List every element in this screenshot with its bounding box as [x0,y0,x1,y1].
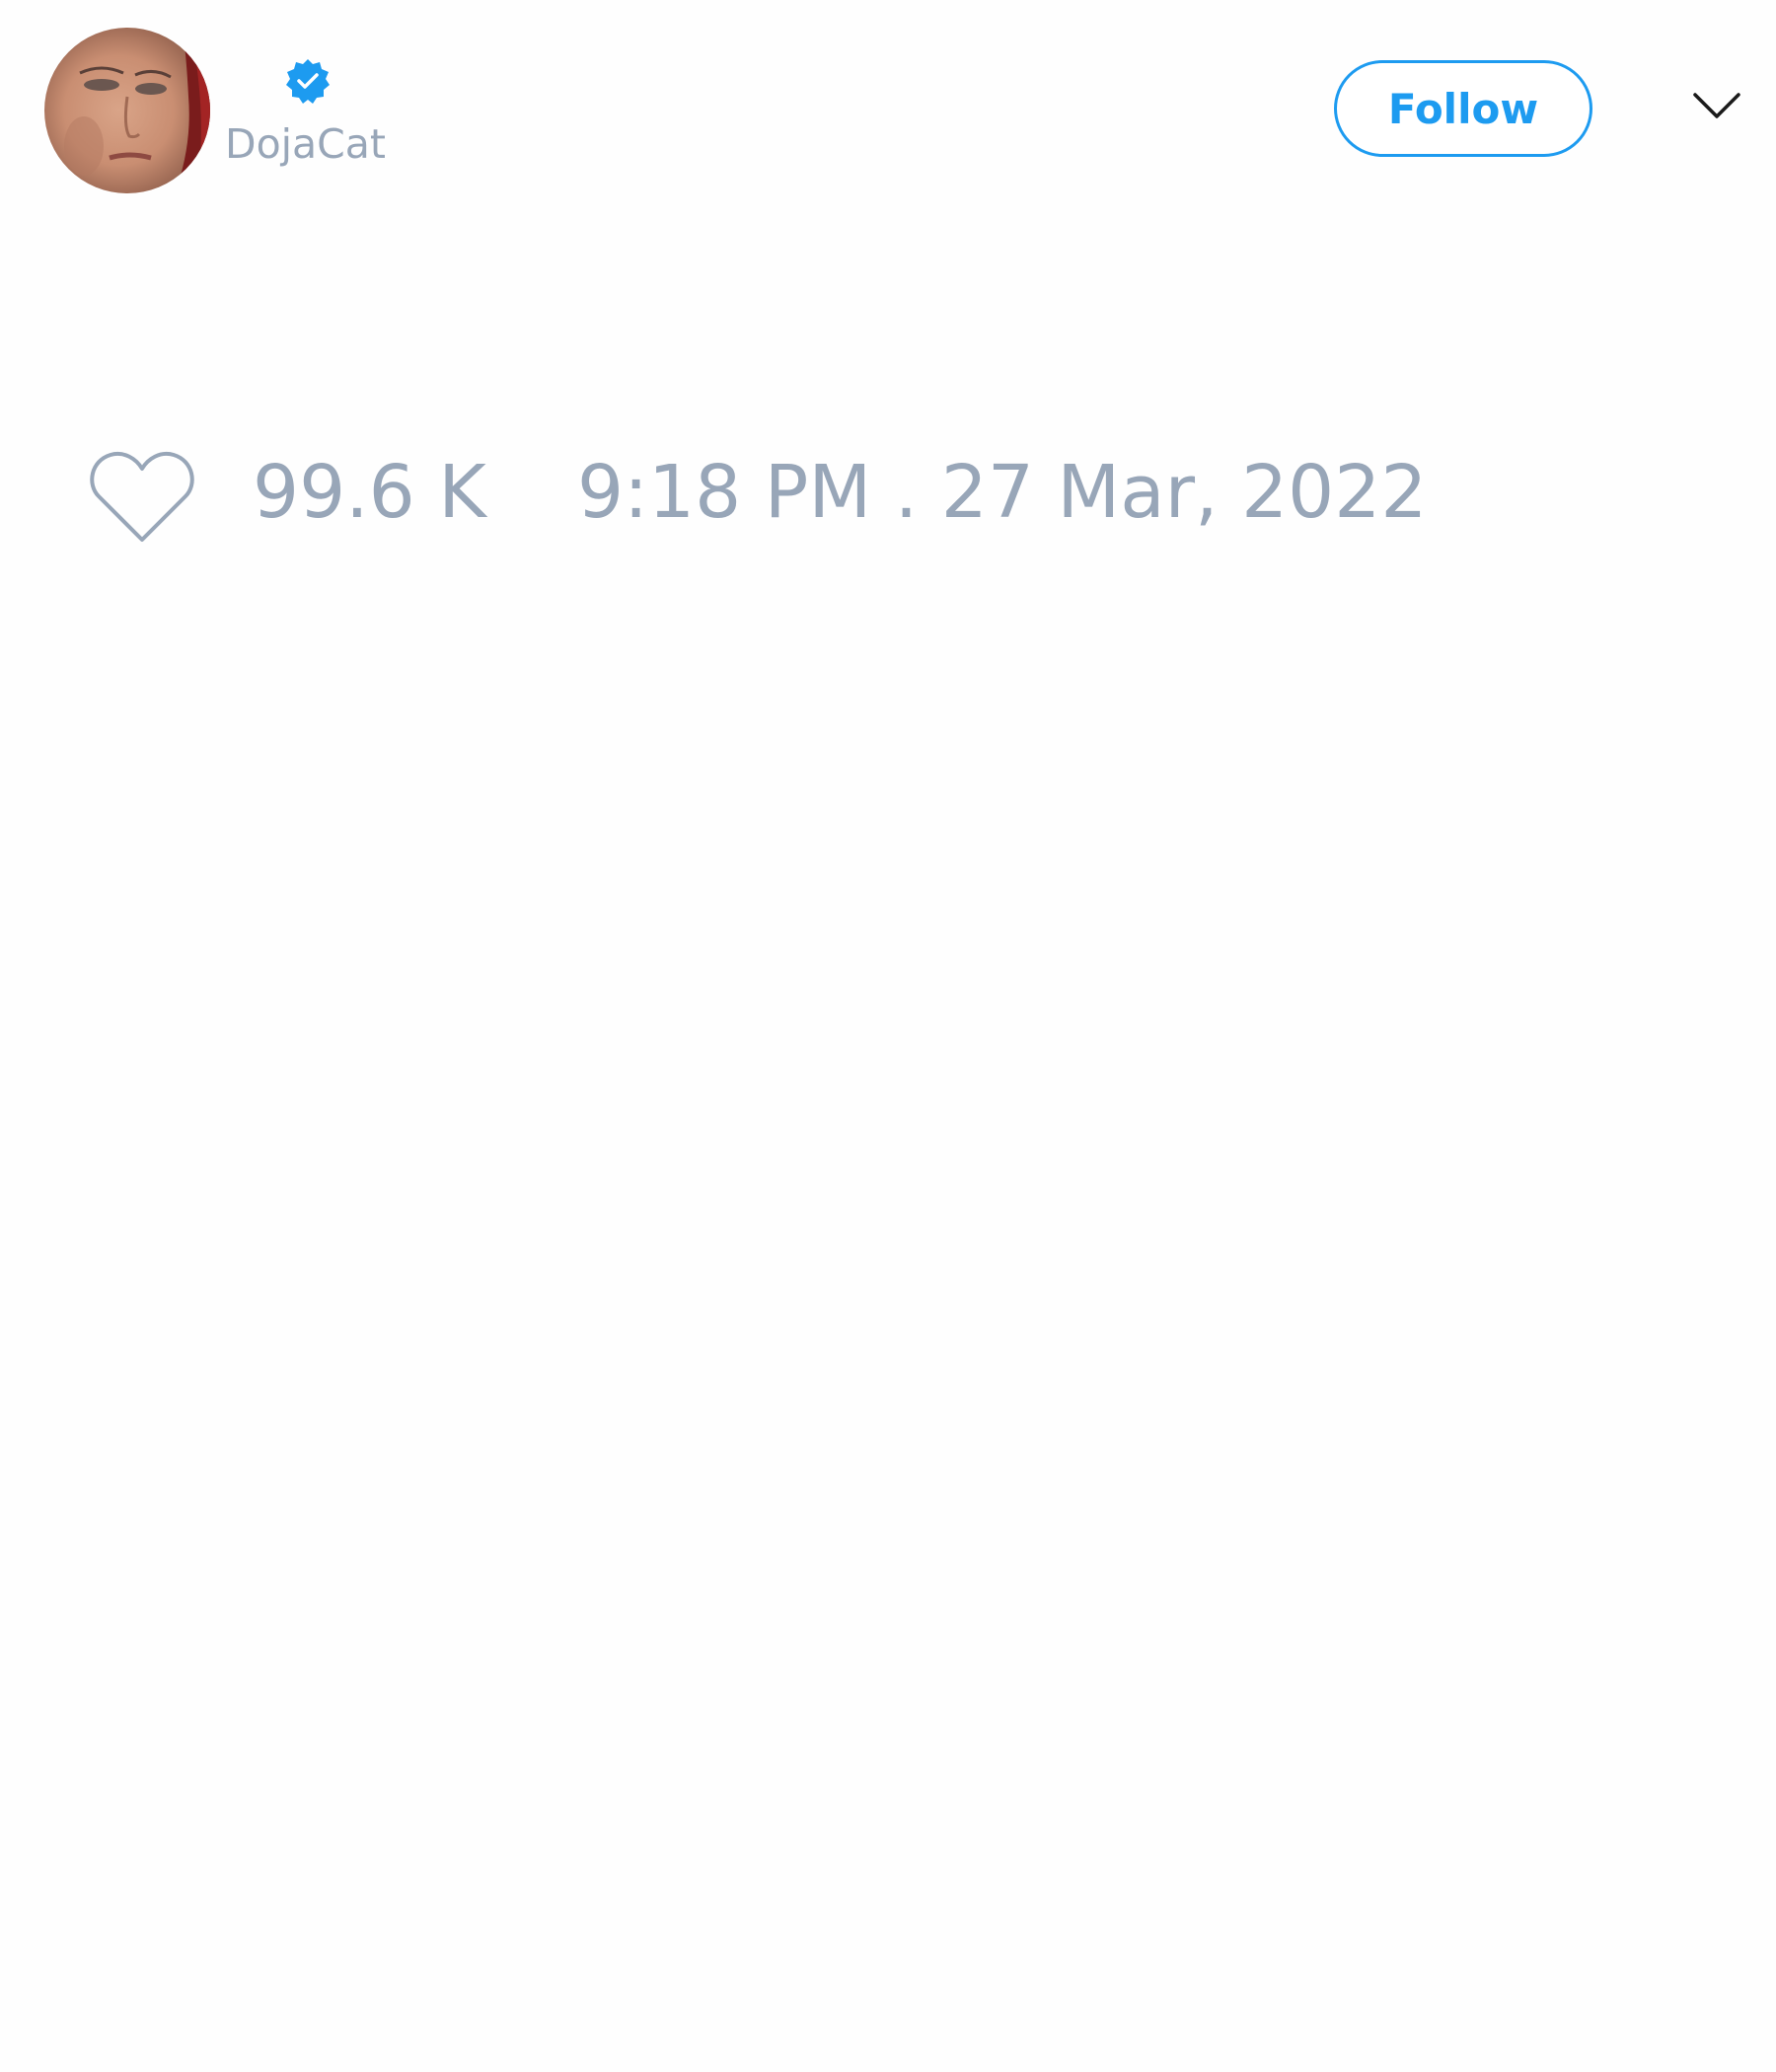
follow-button[interactable]: Follow [1334,60,1592,157]
heart-outline-icon[interactable] [89,449,195,544]
like-count: 99.6 K [253,450,486,535]
avatar-image [44,28,210,193]
tweet-card: DojaCat Follow 99.6 K 9:18 PM . 27 Mar, … [0,0,1776,2072]
tweet-timestamp[interactable]: 9:18 PM . 27 Mar, 2022 [577,456,1427,529]
avatar[interactable] [44,28,210,193]
verified-badge-icon [284,57,332,105]
author-handle[interactable]: DojaCat [225,124,386,165]
chevron-down-icon[interactable] [1692,91,1741,122]
